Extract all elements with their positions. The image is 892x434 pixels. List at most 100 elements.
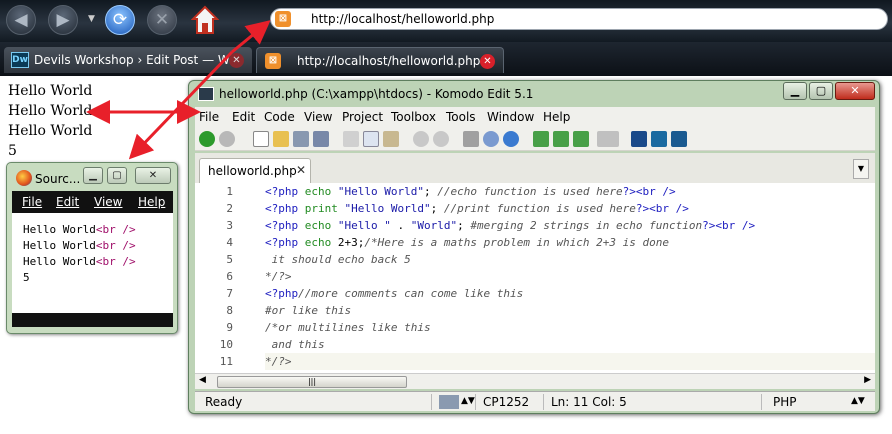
browser-navbar: ◀ ▶ ▼ ⟳ ✕ ⊠ http://localhost/helloworld.… [0,0,892,42]
code-line: and this [265,338,325,351]
forward-arrow-icon[interactable]: ▶ [48,5,78,35]
status-separator [543,394,544,410]
menu-file[interactable]: File [22,195,42,209]
minimize-icon[interactable]: ▁ [83,167,103,184]
copy-icon[interactable] [363,131,379,147]
minimize-icon[interactable]: ▁ [783,82,807,100]
menu-view[interactable]: View [94,195,122,209]
code-line: <?php//more comments can come like this [265,287,524,300]
status-separator [761,394,762,410]
status-position: Ln: 11 Col: 5 [551,395,627,409]
workspace-icon[interactable] [651,131,667,147]
menu-edit[interactable]: Edit [232,110,255,124]
macro-play-icon[interactable] [533,131,549,147]
status-bar: Ready ▲▼ CP1252 Ln: 11 Col: 5 PHP ▲▼ [195,391,875,411]
history-dropdown-icon[interactable]: ▼ [88,14,95,24]
line-number: 11 [219,355,233,368]
firefox-icon [16,170,32,186]
close-icon[interactable]: ✕ [135,167,171,184]
menu-edit[interactable]: Edit [56,195,79,209]
scrollbar-thumb[interactable]: ||| [217,376,407,388]
home-icon[interactable] [191,4,219,36]
scroll-right-icon[interactable]: ▶ [864,375,871,385]
editor-tab-bar: helloworld.php ✕ ▼ [195,153,875,183]
language-spinner-icon[interactable]: ▲▼ [851,396,865,406]
toolbox-dropdown-icon[interactable] [597,131,619,147]
status-separator [431,394,432,410]
browser-tab-bar: Dw Devils Workshop › Edit Post — Wor... … [0,42,892,76]
source-line: Hello World<br /> [23,223,136,236]
line-number: 5 [226,253,233,266]
forward-icon[interactable] [219,131,235,147]
menu-view[interactable]: View [304,110,332,124]
menu-project[interactable]: Project [342,110,383,124]
language-select[interactable]: PHP [773,395,797,409]
window-title: Sourc... [35,172,81,186]
line-number: 7 [226,287,233,300]
scroll-left-icon[interactable]: ◀ [199,375,206,385]
tab-close-icon[interactable]: ✕ [296,163,306,177]
page-output-line: 5 [8,143,17,159]
redo-icon[interactable] [433,131,449,147]
paste-icon[interactable] [383,131,399,147]
code-line: #or like this [265,304,352,317]
address-bar[interactable]: ⊠ http://localhost/helloworld.php [270,8,888,30]
source-text-area[interactable]: Hello World<br /> Hello World<br /> Hell… [12,213,173,313]
tab-devils-workshop[interactable]: Dw Devils Workshop › Edit Post — Wor... … [4,47,252,73]
toolbox-icon[interactable] [631,131,647,147]
xampp-icon: ⊠ [275,11,291,27]
back-icon[interactable] [199,131,215,147]
code-line: it should echo back 5 [265,253,411,266]
bottom-pane-icon[interactable] [671,131,687,147]
macro-record-icon[interactable] [553,131,569,147]
menu-help[interactable]: Help [138,195,165,209]
encoding-picker-icon[interactable] [439,395,459,409]
undo-icon[interactable] [413,131,429,147]
encoding-spinner-icon[interactable]: ▲▼ [461,396,475,406]
view-source-window[interactable]: Sourc... ▁ ▢ ✕ File Edit View Help Hello… [6,162,178,334]
save-all-icon[interactable] [313,131,329,147]
save-icon[interactable] [293,131,309,147]
back-arrow-icon[interactable]: ◀ [6,5,36,35]
line-number-gutter: 1 2 3 4 5 6 7 8 9 10 11 [195,183,265,373]
close-icon[interactable]: ✕ [835,82,875,100]
tab-label: Devils Workshop › Edit Post — Wor... [34,53,230,67]
komodo-edit-window[interactable]: helloworld.php (C:\xampp\htdocs) - Komod… [188,80,880,414]
menu-window[interactable]: Window [487,110,534,124]
code-line: <?php echo "Hello World"; //echo functio… [265,185,676,198]
dreamweaver-icon: Dw [11,52,29,68]
menu-code[interactable]: Code [264,110,295,124]
code-line: */?> [265,270,292,283]
preview-icon[interactable] [483,131,499,147]
open-folder-icon[interactable] [273,131,289,147]
page-output-line: Hello World [8,83,93,99]
code-line: <?php echo 2+3;/*Here is a maths problem… [265,236,670,249]
menu-help[interactable]: Help [543,110,570,124]
page-output-line: Hello World [8,103,93,119]
tab-helloworld[interactable]: ⊠ http://localhost/helloworld.php ✕ [256,47,504,73]
tab-close-icon[interactable]: ✕ [480,54,495,69]
address-text[interactable]: http://localhost/helloworld.php [311,12,494,26]
menu-toolbox[interactable]: Toolbox [391,110,436,124]
tab-label: helloworld.php [208,164,297,178]
code-line: <?php print "Hello World"; //print funct… [265,202,689,215]
maximize-icon[interactable]: ▢ [809,82,833,100]
stop-icon[interactable]: ✕ [147,5,177,35]
horizontal-scrollbar[interactable]: ◀ ||| ▶ [195,373,875,389]
macro-stop-icon[interactable] [573,131,589,147]
menu-tools[interactable]: Tools [446,110,476,124]
cut-icon[interactable] [343,131,359,147]
browser-icon[interactable] [503,131,519,147]
new-file-icon[interactable] [253,131,269,147]
refresh-icon[interactable]: ⟳ [105,5,135,35]
tab-list-dropdown-icon[interactable]: ▼ [853,159,869,179]
code-editor[interactable]: 1 2 3 4 5 6 7 8 9 10 11 <?php echo "Hell… [195,183,875,373]
menu-file[interactable]: File [199,110,219,124]
line-number: 6 [226,270,233,283]
status-separator [475,394,476,410]
print-icon[interactable] [463,131,479,147]
tab-helloworld-php[interactable]: helloworld.php ✕ [199,158,311,183]
screen: ◀ ▶ ▼ ⟳ ✕ ⊠ http://localhost/helloworld.… [0,0,892,434]
maximize-icon[interactable]: ▢ [107,167,127,184]
tab-close-icon[interactable]: ✕ [229,53,244,68]
